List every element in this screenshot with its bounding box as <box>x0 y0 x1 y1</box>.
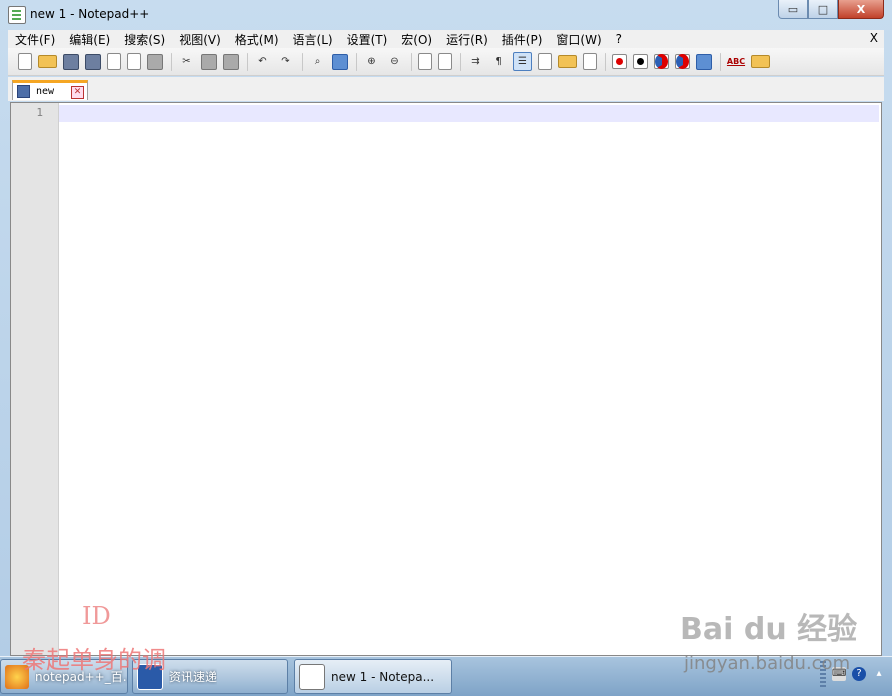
find-icon[interactable]: ⌕ <box>309 53 326 70</box>
window-controls: ▭ □ X <box>778 0 884 20</box>
copy-icon[interactable] <box>201 53 217 70</box>
close-all-icon[interactable] <box>127 53 141 70</box>
chevron-up-icon[interactable]: ▴ <box>872 667 886 681</box>
stop-record-icon[interactable] <box>633 54 648 69</box>
function-list-icon[interactable] <box>583 53 597 70</box>
indent-guide-icon[interactable]: ☰ <box>513 52 532 71</box>
menu-plugins[interactable]: 插件(P) <box>495 31 550 48</box>
line-number-gutter: 1 <box>11 103 59 655</box>
notepad-window: new 1 - Notepad++ ▭ □ X 文件(F) 编辑(E) 搜索(S… <box>0 0 892 656</box>
close-icon[interactable] <box>107 53 121 70</box>
help-icon[interactable]: ? <box>852 667 866 681</box>
watermark-id: ID <box>82 602 111 630</box>
menu-language[interactable]: 语言(L) <box>286 31 340 48</box>
save-icon[interactable] <box>63 53 79 70</box>
toolbar-separator <box>356 52 357 71</box>
user-defined-language-icon[interactable] <box>538 53 552 70</box>
plugin-icon[interactable] <box>751 55 770 68</box>
record-macro-icon[interactable] <box>612 54 627 69</box>
replace-icon[interactable] <box>332 53 348 70</box>
line-number: 1 <box>36 106 43 119</box>
undo-icon[interactable]: ↶ <box>254 53 271 70</box>
menu-file[interactable]: 文件(F) <box>8 31 62 48</box>
baidu-watermark: Bai du 经验 <box>680 612 858 647</box>
minimize-button[interactable]: ▭ <box>778 0 808 19</box>
menu-search[interactable]: 搜索(S) <box>117 31 172 48</box>
menu-bar: 文件(F) 编辑(E) 搜索(S) 视图(V) 格式(M) 语言(L) 设置(T… <box>8 30 884 48</box>
taskbar-item-label: 资讯速递 <box>169 670 218 684</box>
menu-format[interactable]: 格式(M) <box>228 31 286 48</box>
menu-macro[interactable]: 宏(O) <box>394 31 439 48</box>
close-window-button[interactable]: X <box>838 0 884 19</box>
baidu-url-watermark: jingyan.baidu.com <box>684 653 851 674</box>
cut-icon[interactable]: ✂ <box>178 53 195 70</box>
menu-settings[interactable]: 设置(T) <box>340 31 395 48</box>
save-macro-icon[interactable] <box>696 53 712 70</box>
tab-new-1[interactable]: new ✕ <box>12 80 88 100</box>
text-editor[interactable]: 1 <box>10 102 882 656</box>
menu-edit[interactable]: 编辑(E) <box>62 31 117 48</box>
zoom-in-icon[interactable]: ⊕ <box>363 53 380 70</box>
menu-view[interactable]: 视图(V) <box>172 31 228 48</box>
window-title: new 1 - Notepad++ <box>30 7 150 21</box>
save-all-icon[interactable] <box>85 53 101 70</box>
taskbar-item-label: new 1 - Notepa... <box>331 669 435 684</box>
maximize-button[interactable]: □ <box>808 0 838 19</box>
sync-vertical-icon[interactable] <box>418 53 432 70</box>
zoom-out-icon[interactable]: ⊖ <box>386 53 403 70</box>
word-wrap-icon[interactable]: ⇉ <box>467 53 484 70</box>
toolbar-separator <box>605 52 606 71</box>
tab-label: new <box>36 86 55 97</box>
document-map-icon[interactable] <box>558 55 577 68</box>
toolbar-separator <box>171 52 172 71</box>
notepad-icon <box>299 663 325 690</box>
watermark-text: 秦起单身的调 <box>22 646 166 674</box>
play-macro-icon[interactable] <box>654 54 669 69</box>
tab-bar: new ✕ <box>8 77 884 101</box>
saved-state-icon <box>17 85 30 98</box>
new-file-icon[interactable] <box>18 53 32 70</box>
menu-help[interactable]: ? <box>609 32 629 46</box>
open-file-icon[interactable] <box>38 55 57 68</box>
redo-icon[interactable]: ↷ <box>277 53 294 70</box>
current-line-highlight <box>59 105 879 122</box>
run-macro-multiple-icon[interactable] <box>675 54 690 69</box>
menu-window[interactable]: 窗口(W) <box>549 31 608 48</box>
print-icon[interactable] <box>147 53 163 70</box>
toolbar-separator <box>247 52 248 71</box>
sync-horizontal-icon[interactable] <box>438 53 452 70</box>
toolbar-separator <box>411 52 412 71</box>
notepad-app-icon[interactable] <box>8 6 26 24</box>
close-document-button[interactable]: X <box>870 31 878 45</box>
menu-run[interactable]: 运行(R) <box>439 31 495 48</box>
title-bar[interactable]: new 1 - Notepad++ ▭ □ X <box>0 0 892 30</box>
toolbar-separator <box>460 52 461 71</box>
toolbar: ✂ ↶ ↷ ⌕ ⊕ ⊖ ⇉ ¶ ☰ ABC <box>8 48 884 76</box>
toolbar-separator <box>302 52 303 71</box>
paste-icon[interactable] <box>223 53 239 70</box>
taskbar-item-notepad[interactable]: new 1 - Notepa... <box>294 659 452 694</box>
show-all-chars-icon[interactable]: ¶ <box>490 53 507 70</box>
tab-close-icon[interactable]: ✕ <box>71 86 84 99</box>
spell-check-icon[interactable]: ABC <box>727 53 745 70</box>
toolbar-separator <box>720 52 721 71</box>
